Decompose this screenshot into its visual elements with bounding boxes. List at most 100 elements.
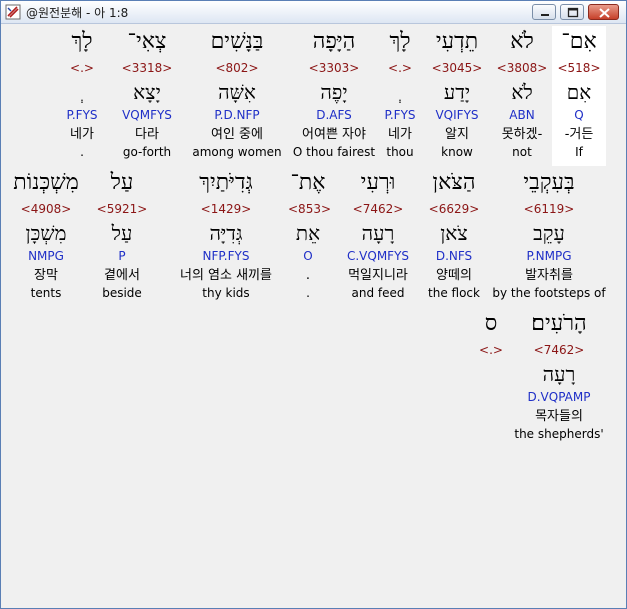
strong-number: <3808> bbox=[496, 61, 548, 75]
hebrew-word: לָךְ bbox=[389, 29, 411, 54]
korean-gloss: 네가 bbox=[388, 127, 412, 142]
korean-gloss: 먹일지니라 bbox=[348, 268, 408, 283]
korean-gloss: 다라 bbox=[135, 127, 159, 142]
hebrew-word: תֵדְעִי bbox=[435, 29, 479, 54]
strong-number: <.> bbox=[388, 61, 412, 75]
hebrew-word: הַיָּפָה bbox=[312, 29, 356, 54]
maximize-button[interactable] bbox=[560, 4, 584, 20]
english-gloss: thou bbox=[386, 145, 414, 159]
app-window: @원전분해 - 아 1:8 אִם־ <518> אִם Q -거든 If לֹא <3808… bbox=[0, 0, 627, 609]
strong-number: <4908> bbox=[20, 202, 72, 216]
strong-number: <3045> bbox=[431, 61, 483, 75]
hebrew-word: צְאִי־ bbox=[127, 29, 167, 54]
english-gloss: the flock bbox=[428, 286, 480, 300]
hebrew-word: בַּנָּשִׁים bbox=[210, 29, 264, 54]
parsing-code: P bbox=[118, 249, 126, 263]
parsing-code: NMPG bbox=[28, 249, 64, 263]
hebrew-word: עַל bbox=[110, 170, 134, 195]
hebrew-word: הָרֹעִים׃ bbox=[531, 311, 587, 336]
hebrew-word: הַצֹּאן bbox=[432, 170, 476, 195]
lexical-form: לֹא bbox=[511, 80, 533, 104]
word-cell[interactable]: עַל <5921> עַל P 곁에서 beside bbox=[89, 167, 155, 307]
word-cell[interactable]: בְּעִקְבֵי <6119> עָקֵב P.NMPG 발자취를 by the fo… bbox=[485, 167, 613, 307]
strong-number: <7462> bbox=[533, 343, 585, 357]
strong-number: <6629> bbox=[428, 202, 480, 216]
lexical-form: עָקֵב bbox=[533, 221, 565, 245]
word-cell[interactable]: וּרְעִי <7462> רָעָה C.VQMFYS 먹일지니라 and feed bbox=[339, 167, 417, 307]
lexical-form: אִם bbox=[566, 80, 592, 104]
english-gloss: tents bbox=[30, 286, 62, 300]
parsing-code: P.FYS bbox=[384, 108, 416, 122]
korean-gloss: 양떼의 bbox=[436, 268, 472, 283]
lexical-form: אִשָּׁה bbox=[218, 80, 256, 104]
lexical-form: גְּדִיָּה bbox=[209, 221, 243, 245]
english-gloss: O thou fairest bbox=[292, 145, 376, 159]
word-cell[interactable]: לָךְ <.>ְ P.FYS 네가 thou bbox=[380, 26, 420, 166]
english-gloss: know bbox=[441, 145, 473, 159]
word-cell[interactable]: גְּדִיֹּתַיִךְ <1429> גְּדִיָּה NFP.FYS 너의 염… bbox=[171, 167, 281, 307]
window-title: @원전분해 - 아 1:8 bbox=[26, 6, 129, 20]
english-gloss: beside bbox=[102, 286, 142, 300]
lexical-form: מִשְׁכָּן bbox=[25, 221, 67, 245]
parsing-code: VQMFYS bbox=[122, 108, 172, 122]
korean-gloss: 발자취를 bbox=[525, 268, 573, 283]
english-gloss: . bbox=[306, 286, 310, 300]
word-cell[interactable]: אִם־ <518> אִם Q -거든 If bbox=[552, 26, 606, 166]
english-gloss: If bbox=[575, 145, 583, 159]
close-button[interactable] bbox=[588, 4, 619, 20]
word-cell[interactable]: לֹא <3808> לֹא ABN 못하겠-not bbox=[495, 26, 549, 166]
lexical-form: ְ bbox=[380, 80, 420, 104]
hebrew-word: וּרְעִי bbox=[360, 170, 396, 195]
strong-number: <518> bbox=[557, 61, 601, 75]
english-gloss: by the footsteps of bbox=[492, 286, 606, 300]
interlinear-view: אִם־ <518> אִם Q -거든 If לֹא <3808> לֹא ABN 못하겠-not… bbox=[4, 26, 614, 606]
english-gloss: not bbox=[512, 145, 532, 159]
parsing-code: P.D.NFP bbox=[214, 108, 260, 122]
word-cell[interactable]: בַּנָּשִׁים <802> אִשָּׁה P.D.NFP 여인 중에 among… bbox=[192, 26, 282, 166]
lexical-form: אֵת bbox=[295, 221, 321, 245]
word-cell[interactable]: מִשְׁכְּנוֹת <4908> מִשְׁכָּן NMPG 장막 tents bbox=[4, 167, 88, 307]
korean-gloss: 곁에서 bbox=[104, 268, 140, 283]
strong-number: <853> bbox=[288, 202, 332, 216]
word-cell[interactable]: תֵדְעִי <3045> יָדַע VQIFYS 알지 know bbox=[427, 26, 487, 166]
hebrew-word: בְּעִקְבֵי bbox=[523, 170, 575, 195]
word-cell[interactable]: צְאִי־ <3318> יָצָא VQMFYS 다라 go-forth bbox=[116, 26, 178, 166]
word-cell[interactable]: הָרֹעִים׃ <7462> רָעָה D.VQPAMP 목자들의 the shep… bbox=[514, 308, 604, 448]
parsing-code: D.NFS bbox=[435, 249, 473, 263]
korean-gloss: 못하겠- bbox=[501, 127, 543, 142]
strong-number: <7462> bbox=[352, 202, 404, 216]
korean-gloss: 알지 bbox=[445, 127, 469, 142]
lexical-form: רָעָה bbox=[542, 362, 576, 386]
app-icon bbox=[5, 4, 21, 20]
hebrew-word: אֶת־ bbox=[290, 170, 326, 195]
lexical-form: עַל bbox=[111, 221, 133, 245]
minimize-button[interactable] bbox=[532, 4, 556, 20]
parsing-code: NFP.FYS bbox=[202, 249, 250, 263]
english-gloss: among women bbox=[192, 145, 282, 159]
strong-number: <6119> bbox=[523, 202, 575, 216]
minimize-icon bbox=[541, 14, 549, 16]
english-gloss: thy kids bbox=[202, 286, 250, 300]
hebrew-word: לָךְ bbox=[71, 29, 93, 54]
parsing-code: O bbox=[303, 249, 313, 263]
korean-gloss: 네가 bbox=[70, 127, 94, 142]
word-cell[interactable]: הַצֹּאן <6629> צֹאן D.NFS 양떼의 the flock bbox=[422, 167, 486, 307]
close-icon bbox=[599, 8, 610, 18]
word-cell[interactable]: הַיָּפָה <3303> יָפֶה D.AFS 어여쁜 자야 O thou fai… bbox=[289, 26, 379, 166]
title-bar[interactable]: @원전분해 - 아 1:8 bbox=[1, 1, 626, 24]
english-gloss: . bbox=[80, 145, 84, 159]
parsing-code: C.VQMFYS bbox=[346, 249, 410, 263]
word-cell[interactable]: אֶת־ <853> אֵת O.. bbox=[288, 167, 332, 307]
korean-gloss: . bbox=[305, 268, 311, 283]
word-cell[interactable]: ס <.> bbox=[471, 308, 511, 448]
parsing-code: VQIFYS bbox=[435, 108, 479, 122]
parsing-code: D.AFS bbox=[316, 108, 352, 122]
korean-gloss: -거든 bbox=[564, 127, 594, 142]
lexical-form: רָעָה bbox=[361, 221, 395, 245]
korean-gloss: 여인 중에 bbox=[211, 127, 263, 142]
english-gloss: the shepherds' bbox=[514, 427, 604, 441]
strong-number: <802> bbox=[215, 61, 259, 75]
word-cell[interactable]: לָךְ <.>ְ P.FYS 네가. bbox=[62, 26, 102, 166]
hebrew-word: ס bbox=[484, 311, 498, 336]
parsing-code: P.NMPG bbox=[526, 249, 572, 263]
